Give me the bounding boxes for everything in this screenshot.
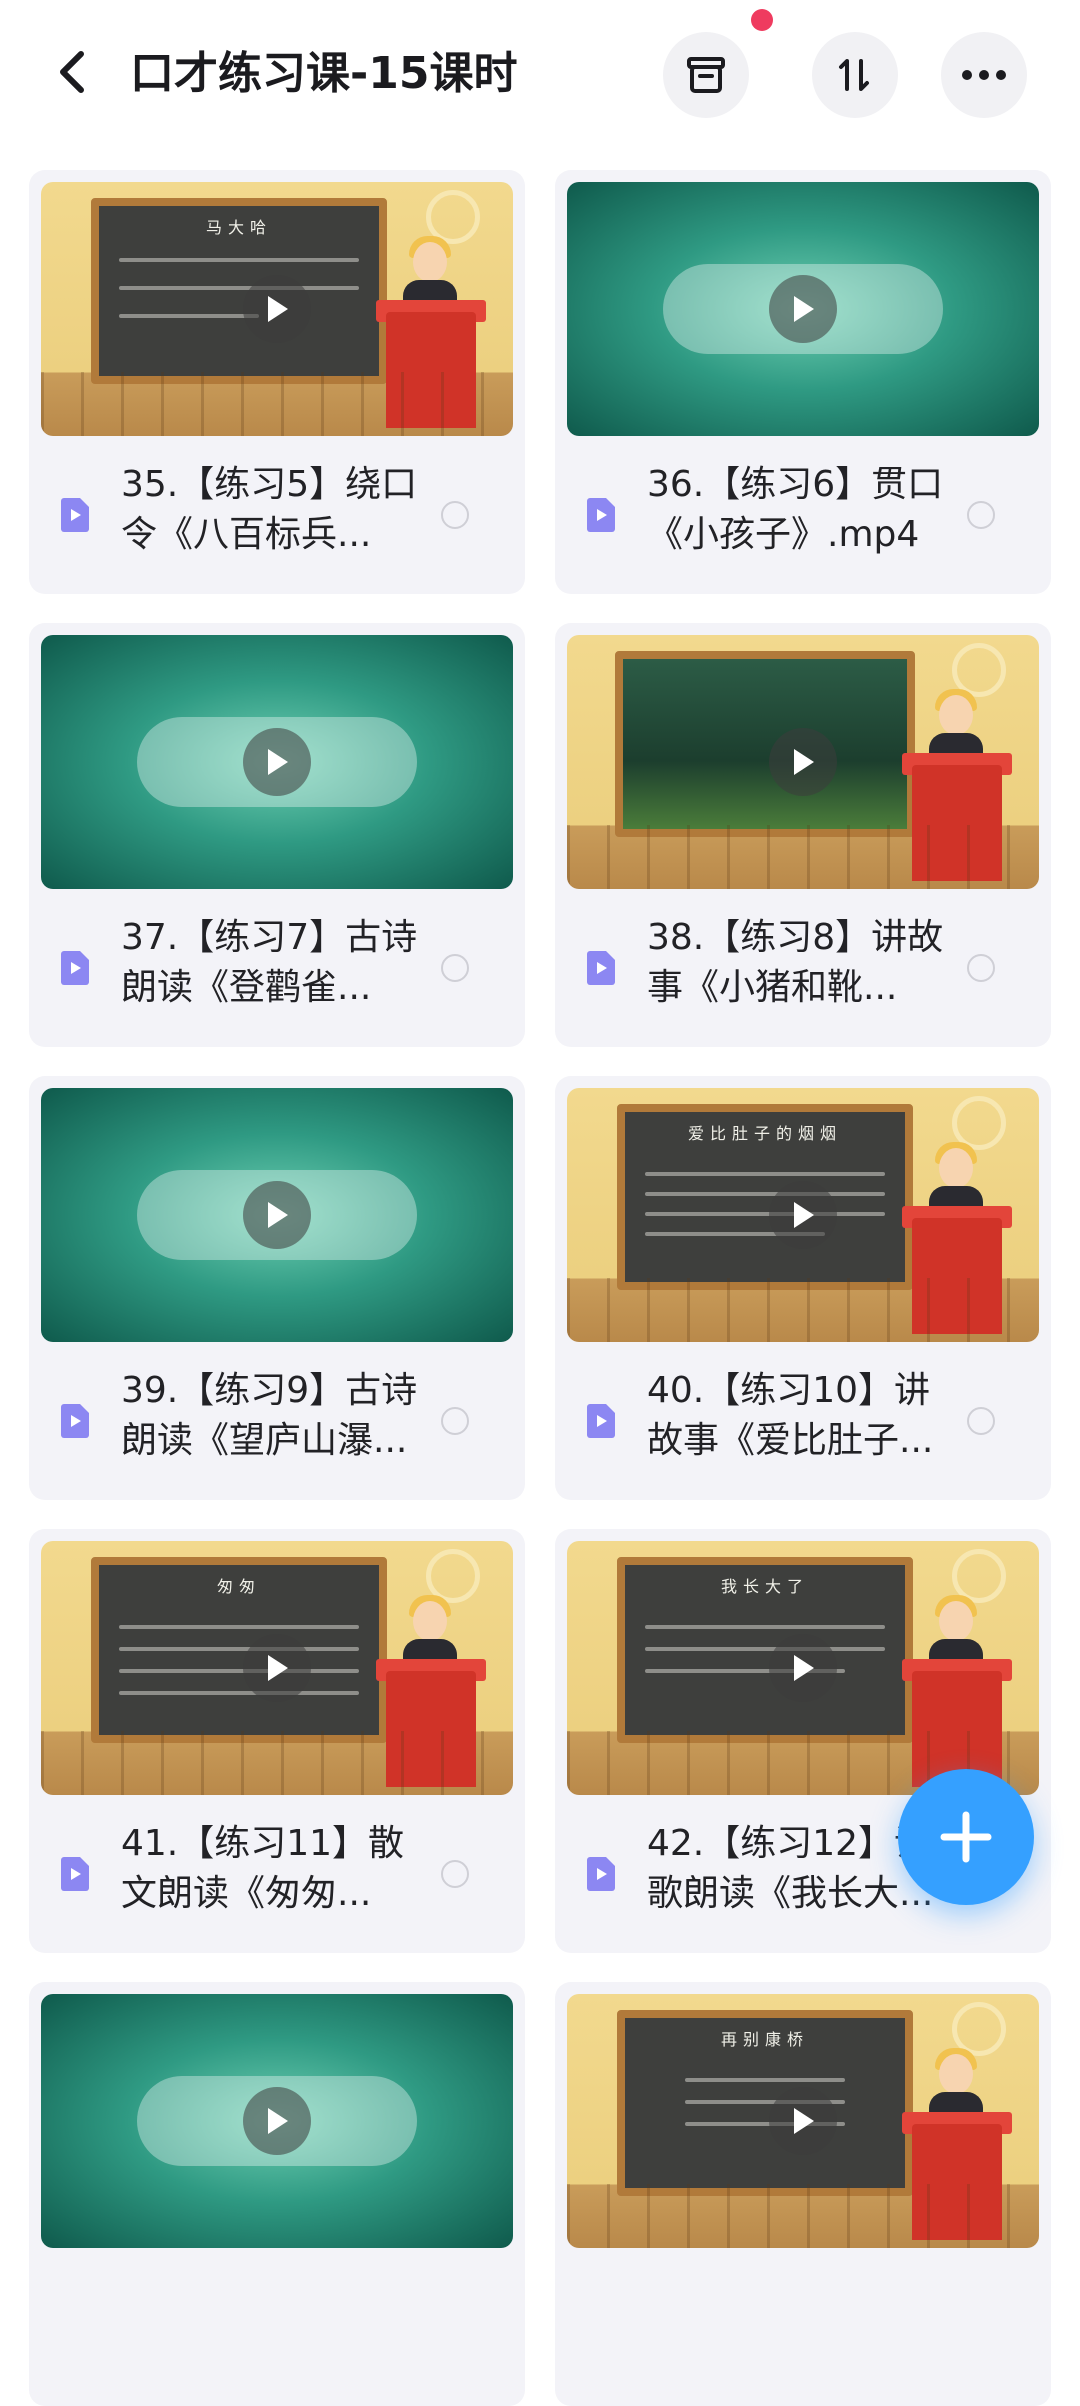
file-card[interactable]: 匆匆 41.【练习11】散文朗读《匆匆... — [29, 1529, 525, 1953]
file-card[interactable]: 39.【练习9】古诗朗读《望庐山瀑... — [29, 1076, 525, 1500]
video-thumbnail[interactable]: 再别康桥 — [567, 1994, 1039, 2248]
select-radio[interactable] — [967, 1407, 995, 1435]
chalkboard: 匆匆 — [91, 1557, 387, 1743]
sort-icon — [839, 59, 869, 91]
file-name: 40.【练习10】讲故事《爱比肚子... — [647, 1370, 934, 1461]
play-icon[interactable] — [769, 1634, 837, 1702]
select-radio[interactable] — [967, 501, 995, 529]
forest-scene — [615, 651, 915, 837]
chalkboard: 我长大了 — [617, 1557, 913, 1743]
file-name: 36.【练习6】贯口《小孩子》.mp4 — [647, 464, 944, 555]
select-radio[interactable] — [441, 954, 469, 982]
top-bar: 口才练习课-15课时 — [0, 0, 1080, 150]
video-thumbnail[interactable]: 马大哈 — [41, 182, 513, 436]
video-thumbnail[interactable] — [41, 1088, 513, 1342]
board-title: 爱比肚子的烟烟 — [687, 1124, 842, 1143]
file-name: 38.【练习8】讲故事《小猪和靴... — [647, 917, 944, 1008]
video-thumbnail[interactable] — [41, 635, 513, 889]
video-thumbnail[interactable]: 爱比肚子的烟烟 — [567, 1088, 1039, 1342]
play-icon[interactable] — [769, 275, 837, 343]
archive-button[interactable] — [663, 32, 749, 118]
video-file-icon — [61, 498, 89, 532]
play-icon[interactable] — [769, 1181, 837, 1249]
notification-dot — [751, 9, 773, 31]
file-card[interactable]: 36.【练习6】贯口《小孩子》.mp4 — [555, 170, 1051, 594]
select-radio[interactable] — [967, 954, 995, 982]
select-radio[interactable] — [441, 1860, 469, 1888]
board-title: 匆匆 — [216, 1577, 261, 1596]
file-name: 37.【练习7】古诗朗读《登鹳雀... — [121, 917, 418, 1008]
play-icon[interactable] — [769, 728, 837, 796]
chalkboard: 爱比肚子的烟烟 — [617, 1104, 913, 1290]
file-name: 41.【练习11】散文朗读《匆匆... — [121, 1823, 405, 1914]
video-thumbnail[interactable] — [567, 635, 1039, 889]
sort-button[interactable] — [812, 32, 898, 118]
select-radio[interactable] — [441, 1407, 469, 1435]
video-thumbnail[interactable] — [567, 182, 1039, 436]
board-title: 马大哈 — [205, 218, 272, 237]
play-icon[interactable] — [243, 2087, 311, 2155]
video-file-icon — [587, 1857, 615, 1891]
board-title: 再别康桥 — [720, 2030, 809, 2049]
file-card[interactable]: 爱比肚子的烟烟 40.【练习10】讲故事《爱比肚子... — [555, 1076, 1051, 1500]
play-icon[interactable] — [769, 2087, 837, 2155]
video-file-icon — [61, 1404, 89, 1438]
chevron-left-icon — [60, 51, 84, 93]
archive-icon — [687, 57, 725, 93]
file-card[interactable] — [29, 1982, 525, 2406]
file-card[interactable]: 再别康桥 — [555, 1982, 1051, 2406]
video-file-icon — [61, 1857, 89, 1891]
play-icon[interactable] — [243, 1181, 311, 1249]
video-file-icon — [587, 951, 615, 985]
file-name: 35.【练习5】绕口令《八百标兵... — [121, 464, 418, 555]
video-file-icon — [587, 1404, 615, 1438]
play-icon[interactable] — [243, 728, 311, 796]
video-thumbnail[interactable]: 匆匆 — [41, 1541, 513, 1795]
more-button[interactable] — [941, 32, 1027, 118]
video-thumbnail[interactable]: 我长大了 — [567, 1541, 1039, 1795]
video-file-icon — [587, 498, 615, 532]
chalkboard: 马大哈 — [91, 198, 387, 384]
play-icon[interactable] — [243, 1634, 311, 1702]
select-radio[interactable] — [441, 501, 469, 529]
file-card[interactable]: 37.【练习7】古诗朗读《登鹳雀... — [29, 623, 525, 1047]
play-icon[interactable] — [243, 275, 311, 343]
plus-icon — [940, 1811, 992, 1863]
video-file-icon — [61, 951, 89, 985]
page-title: 口才练习课-15课时 — [130, 48, 518, 99]
video-thumbnail[interactable] — [41, 1994, 513, 2248]
more-horizontal-icon — [962, 70, 1006, 80]
file-card[interactable]: 马大哈 35.【练习5】绕口令《八百标兵... — [29, 170, 525, 594]
file-name: 39.【练习9】古诗朗读《望庐山瀑... — [121, 1370, 418, 1461]
add-button[interactable] — [898, 1769, 1034, 1905]
back-button[interactable] — [40, 40, 104, 104]
board-title: 我长大了 — [720, 1577, 809, 1596]
file-grid: 马大哈 35.【练习5】绕口令《八百标兵... 36.【练习6】贯口《小孩子》.… — [29, 170, 1051, 2406]
file-card[interactable]: 38.【练习8】讲故事《小猪和靴... — [555, 623, 1051, 1047]
chalkboard: 再别康桥 — [617, 2010, 913, 2196]
